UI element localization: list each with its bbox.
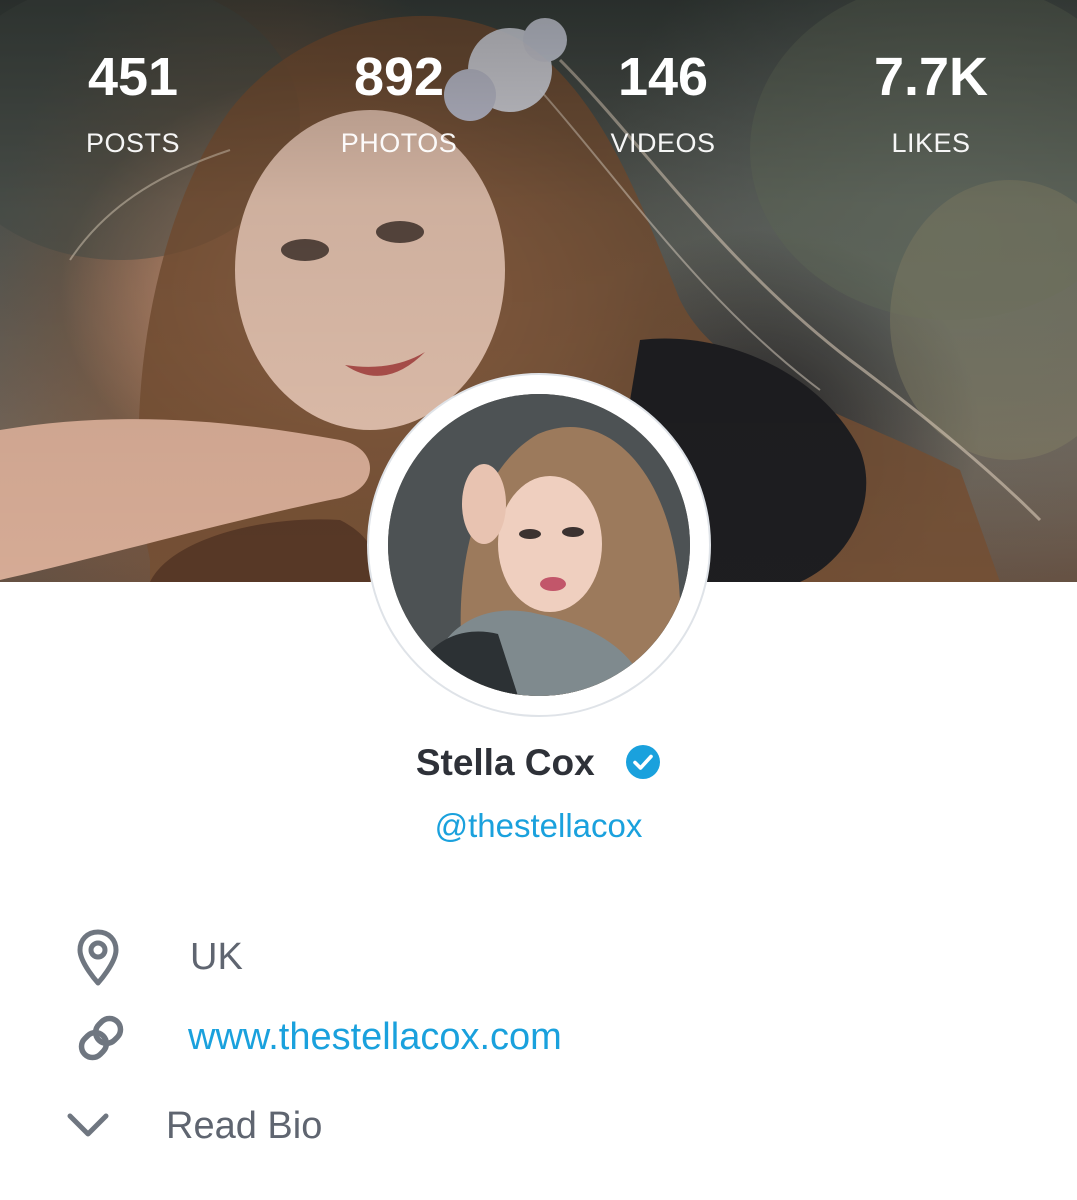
stat-posts-label: POSTS [85,128,181,158]
website-link[interactable]: www.thestellacox.com [188,1012,562,1062]
profile-page: 451 POSTS 892 PHOTOS 146 VIDEOS 7.7K LIK… [0,0,1077,1200]
stat-posts-value: 451 [87,47,179,107]
stat-photos-value: 892 [353,47,445,107]
location-text: UK [190,936,243,978]
avatar[interactable] [367,373,711,717]
stat-likes[interactable]: 7.7K LIKES [821,44,1041,158]
verified-check-icon [625,744,661,780]
profile-handle[interactable]: @thestellacox [0,804,1077,848]
link-icon [72,1008,130,1073]
stat-photos-label: PHOTOS [340,128,458,158]
read-bio-row[interactable]: Read Bio [0,1098,1077,1158]
location-row: UK [0,928,1077,988]
stat-photos[interactable]: 892 PHOTOS [289,44,509,158]
read-bio-button[interactable]: Read Bio [166,1101,322,1151]
map-pin-icon [74,928,122,993]
profile-name: Stella Cox [415,742,595,783]
avatar-photo [388,394,690,696]
stat-posts[interactable]: 451 POSTS [23,44,243,158]
website-row: www.thestellacox.com [0,1008,1077,1068]
avatar-image [388,394,690,696]
stat-likes-label: LIKES [891,128,971,158]
chevron-down-icon[interactable] [66,1110,110,1145]
stat-videos-label: VIDEOS [610,128,716,158]
stat-videos-value: 146 [617,47,709,107]
profile-name-row: Stella Cox [0,738,1077,788]
stat-videos[interactable]: 146 VIDEOS [553,44,773,158]
profile-stats: 451 POSTS 892 PHOTOS 146 VIDEOS 7.7K LIK… [0,44,1077,174]
stat-likes-value: 7.7K [873,47,989,107]
